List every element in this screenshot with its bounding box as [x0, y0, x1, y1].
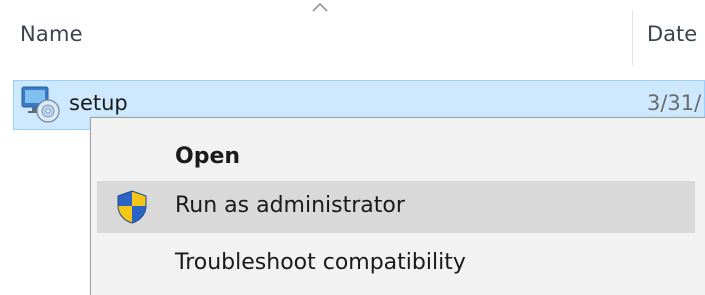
menu-item-label: Troubleshoot compatibility [175, 250, 466, 275]
file-explorer-view: Name Date setup 3/31/ Open Run as admini… [0, 0, 705, 295]
file-date: 3/31/ [647, 91, 702, 115]
chevron-up-icon[interactable] [308, 0, 332, 14]
column-header-date[interactable]: Date [647, 22, 697, 46]
menu-item-open[interactable]: Open [97, 131, 695, 183]
context-menu: Open Run as administrator Troubleshoot c… [90, 117, 705, 295]
menu-item-label: Run as administrator [175, 193, 405, 218]
setup-installer-icon [21, 86, 60, 123]
menu-item-run-as-administrator[interactable]: Run as administrator [97, 181, 695, 233]
menu-item-label: Open [175, 144, 241, 169]
column-divider[interactable] [632, 10, 633, 66]
column-header-name[interactable]: Name [20, 22, 83, 46]
menu-item-troubleshoot-compatibility[interactable]: Troubleshoot compatibility [97, 238, 695, 290]
file-name[interactable]: setup [69, 91, 128, 115]
uac-shield-icon [117, 190, 147, 224]
